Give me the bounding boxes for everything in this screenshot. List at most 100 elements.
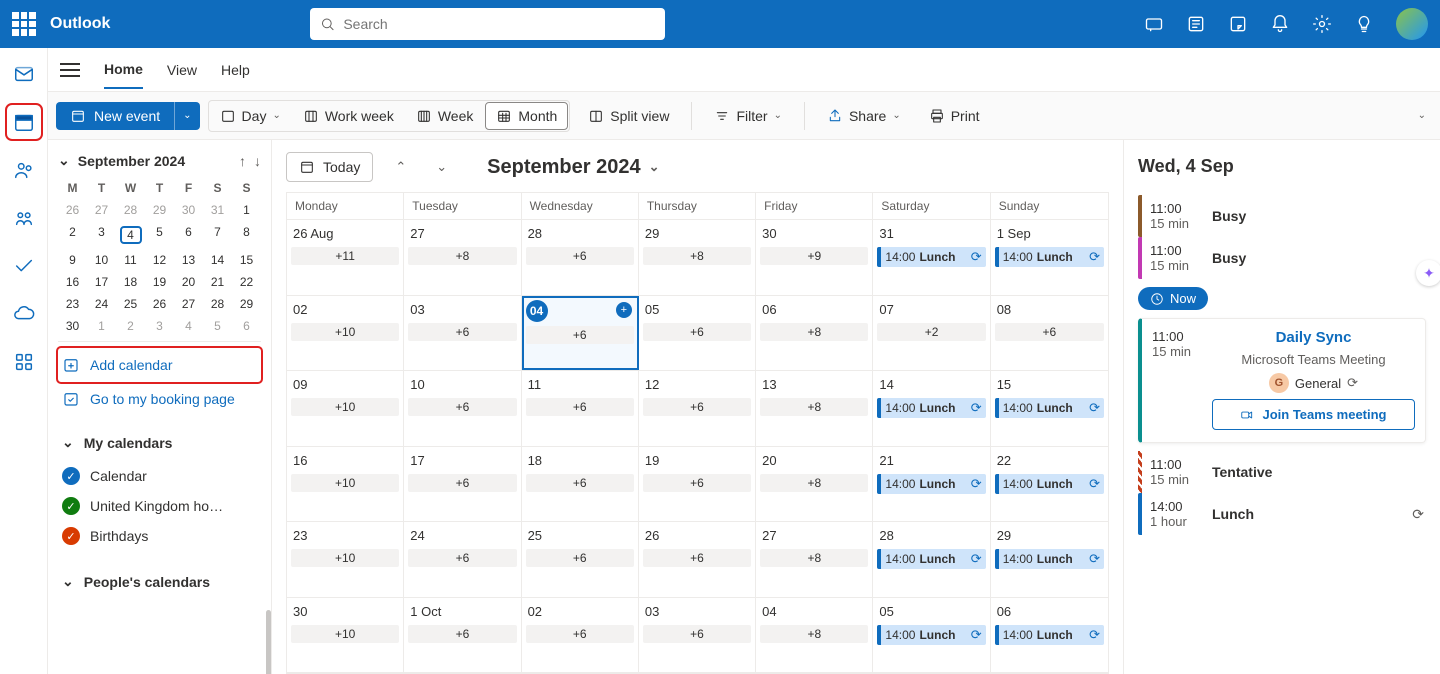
more-events-chip[interactable]: +8 [760, 474, 868, 492]
filter-button[interactable]: Filter⌄ [704, 103, 792, 129]
mini-cal-day[interactable]: 10 [87, 249, 116, 271]
calendar-title[interactable]: September 2024⌄ [487, 156, 659, 179]
mini-cal-day[interactable]: 24 [87, 293, 116, 315]
agenda-event-daily-sync[interactable]: 11:0015 min Daily Sync Microsoft Teams M… [1138, 318, 1426, 443]
onenote-feed-icon[interactable] [1186, 14, 1206, 34]
account-avatar[interactable] [1396, 8, 1428, 40]
tab-view[interactable]: View [167, 52, 197, 88]
more-events-chip[interactable]: +6 [408, 474, 516, 492]
calendar-cell[interactable]: 06+8 [756, 296, 873, 371]
calendar-cell[interactable]: 23+10 [287, 522, 404, 597]
event-chip[interactable]: 14:00 Lunch⟳ [877, 474, 985, 494]
rail-todo[interactable] [8, 250, 40, 282]
mini-cal-day[interactable]: 19 [145, 271, 174, 293]
add-calendar-link[interactable]: Add calendar [58, 348, 261, 382]
tips-icon[interactable] [1354, 14, 1374, 34]
next-month-icon[interactable]: ↓ [254, 153, 261, 169]
calendar-cell[interactable]: 17+6 [404, 447, 521, 522]
agenda-event[interactable]: 14:001 hourLunch⟳ [1138, 493, 1426, 535]
prev-period-button[interactable]: ⌃ [387, 153, 414, 181]
more-events-chip[interactable]: +6 [643, 474, 751, 492]
more-events-chip[interactable]: +8 [408, 247, 516, 265]
calendar-cell[interactable]: 3114:00 Lunch⟳ [873, 220, 990, 295]
join-teams-button[interactable]: Join Teams meeting [1212, 399, 1415, 430]
event-chip[interactable]: 14:00 Lunch⟳ [877, 549, 985, 569]
calendar-cell[interactable]: 0514:00 Lunch⟳ [873, 598, 990, 673]
more-events-chip[interactable]: +8 [760, 625, 868, 643]
calendar-cell[interactable]: 1 Sep14:00 Lunch⟳ [991, 220, 1108, 295]
more-events-chip[interactable]: +6 [526, 398, 634, 416]
mini-cal-day[interactable]: 4 [174, 315, 203, 337]
calendar-item[interactable]: United Kingdom ho… [58, 491, 261, 521]
more-events-chip[interactable]: +6 [526, 247, 634, 265]
calendar-cell[interactable]: 30+9 [756, 220, 873, 295]
next-period-button[interactable]: ⌄ [428, 153, 455, 181]
nav-toggle-icon[interactable] [60, 63, 80, 77]
more-events-chip[interactable]: +6 [995, 323, 1104, 341]
calendar-cell[interactable]: 10+6 [404, 371, 521, 446]
chevron-down-icon[interactable]: ⌄ [58, 152, 70, 169]
calendar-cell[interactable]: 30+10 [287, 598, 404, 673]
calendar-cell[interactable]: 1414:00 Lunch⟳ [873, 371, 990, 446]
notifications-icon[interactable] [1270, 14, 1290, 34]
mini-cal-day[interactable]: 26 [145, 293, 174, 315]
calendar-cell[interactable]: 09+10 [287, 371, 404, 446]
mini-cal-day[interactable]: 20 [174, 271, 203, 293]
event-chip[interactable]: 14:00 Lunch⟳ [877, 398, 985, 418]
mini-cal-day[interactable]: 5 [203, 315, 232, 337]
more-events-chip[interactable]: +6 [526, 326, 634, 344]
mini-cal-day[interactable]: 30 [58, 315, 87, 337]
mini-cal-day[interactable]: 2 [116, 315, 145, 337]
teams-chat-icon[interactable] [1144, 14, 1164, 34]
mini-cal-day[interactable]: 27 [174, 293, 203, 315]
calendar-cell[interactable]: 25+6 [522, 522, 639, 597]
rail-more-apps[interactable] [8, 346, 40, 378]
more-events-chip[interactable]: +10 [291, 549, 399, 567]
more-events-chip[interactable]: +10 [291, 323, 399, 341]
tab-help[interactable]: Help [221, 52, 250, 88]
mini-cal-day[interactable]: 22 [232, 271, 261, 293]
mini-cal-day[interactable]: 26 [58, 199, 87, 221]
more-events-chip[interactable]: +6 [643, 549, 751, 567]
calendar-cell[interactable]: 11+6 [522, 371, 639, 446]
mini-cal-day[interactable]: 6 [174, 221, 203, 249]
mini-cal-day[interactable]: 14 [203, 249, 232, 271]
mini-cal-day[interactable]: 2 [58, 221, 87, 249]
calendar-cell[interactable]: 04+8 [756, 598, 873, 673]
mini-cal-day[interactable]: 9 [58, 249, 87, 271]
rail-mail[interactable] [8, 58, 40, 90]
more-events-chip[interactable]: +8 [760, 323, 868, 341]
calendar-cell[interactable]: 29+8 [639, 220, 756, 295]
more-events-chip[interactable]: +6 [408, 549, 516, 567]
today-button[interactable]: Today [286, 152, 373, 182]
calendar-cell[interactable]: 2914:00 Lunch⟳ [991, 522, 1108, 597]
agenda-event[interactable]: 11:0015 minBusy [1138, 237, 1426, 279]
calendar-cell[interactable]: 27+8 [404, 220, 521, 295]
more-events-chip[interactable]: +6 [643, 323, 751, 341]
mini-cal-day[interactable]: 7 [203, 221, 232, 249]
mini-cal-day[interactable]: 28 [203, 293, 232, 315]
more-events-chip[interactable]: +6 [526, 625, 634, 643]
mini-cal-day[interactable]: 11 [116, 249, 145, 271]
print-button[interactable]: Print [919, 103, 990, 129]
more-events-chip[interactable]: +6 [643, 625, 751, 643]
view-day[interactable]: Day⌄ [210, 102, 291, 130]
toolbar-overflow-icon[interactable]: ⌄ [1418, 110, 1432, 121]
rail-onedrive[interactable] [8, 298, 40, 330]
more-events-chip[interactable]: +10 [291, 474, 399, 492]
mini-cal-day[interactable]: 4 [116, 221, 145, 249]
more-events-chip[interactable]: +6 [408, 625, 516, 643]
mini-cal-day[interactable]: 8 [232, 221, 261, 249]
add-event-icon[interactable]: + [616, 302, 632, 318]
booking-page-link[interactable]: Go to my booking page [58, 382, 261, 416]
mini-cal-day[interactable]: 29 [145, 199, 174, 221]
event-chip[interactable]: 14:00 Lunch⟳ [995, 247, 1104, 267]
search-input[interactable] [343, 16, 655, 32]
more-events-chip[interactable]: +8 [760, 549, 868, 567]
calendar-cell[interactable]: 1 Oct+6 [404, 598, 521, 673]
mini-cal-day[interactable]: 23 [58, 293, 87, 315]
more-events-chip[interactable]: +9 [760, 247, 868, 265]
more-events-chip[interactable]: +8 [643, 247, 751, 265]
mini-cal-day[interactable]: 15 [232, 249, 261, 271]
agenda-event[interactable]: 11:0015 minBusy [1138, 195, 1426, 237]
